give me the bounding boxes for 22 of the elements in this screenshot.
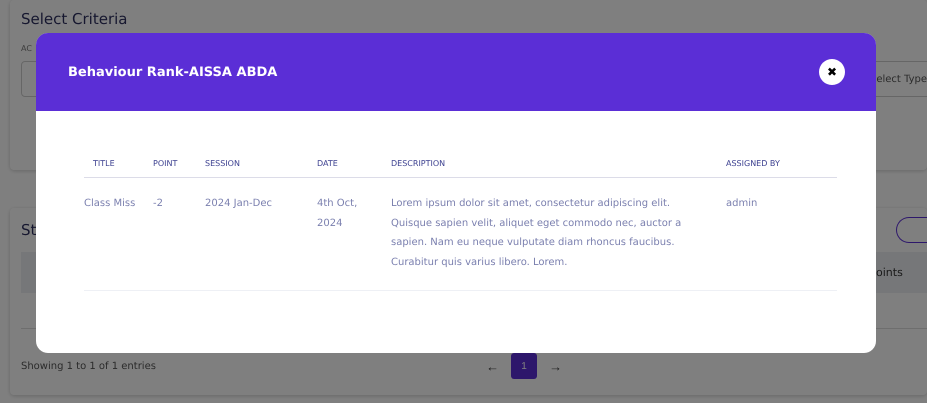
column-header: DESCRIPTION [391,149,726,178]
column-header: TITLE [84,149,153,178]
table-cell: Class Miss [84,178,153,290]
outline-button[interactable] [896,217,927,243]
entries-info: Showing 1 to 1 of 1 entries [21,360,157,372]
table-cell: 2024 Jan-Dec [205,178,317,290]
table-cell: -2 [153,178,205,290]
modal-title: Behaviour Rank-AISSA ABDA [68,64,278,80]
next-page-button[interactable]: → [549,358,562,374]
column-header: POINT [153,149,205,178]
field-label: AC [21,44,33,53]
card-title: Select Criteria [21,10,128,28]
column-header: SESSION [205,149,317,178]
previous-page-button[interactable]: ← [486,358,499,374]
table-cell: Lorem ipsum dolor sit amet, consectetur adipiscing elit. Quisque sapien velit, aliquet eget commodo nec, auctor a sapien. Nam eu neque vulputate diam rhoncus faucibus. Curabitur quis varius libero. Lorem. [391,178,726,290]
table-cell: admin [726,178,837,290]
card-title: St [21,221,36,239]
column-header: oints [876,266,904,279]
column-header: DATE [317,149,391,178]
close-button[interactable]: ✖ [819,59,845,85]
page-button[interactable]: 1 [511,353,537,379]
column-header: ASSIGNED BY [726,149,837,178]
